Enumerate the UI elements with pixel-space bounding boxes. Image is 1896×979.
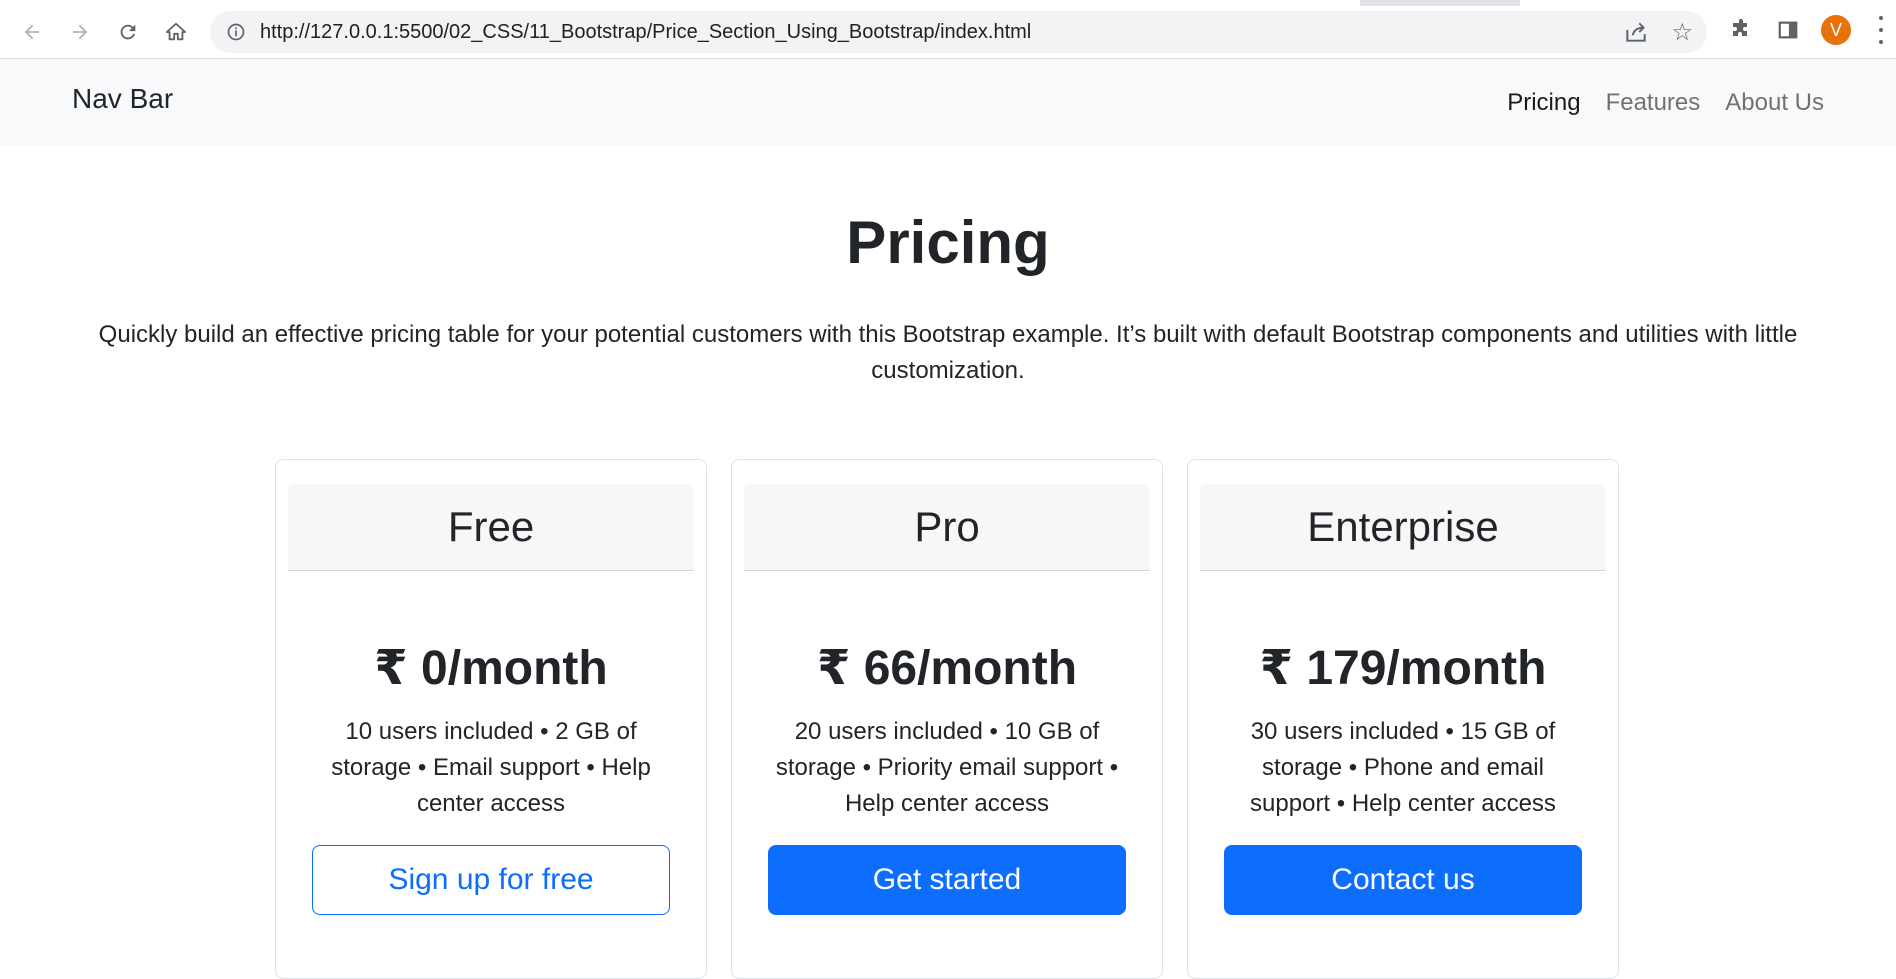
card-price: ₹ 0/month [374, 642, 608, 695]
get-started-button[interactable]: Get started [768, 845, 1126, 915]
contact-us-button[interactable]: Contact us [1224, 845, 1582, 915]
kebab-menu-icon[interactable] [1876, 16, 1886, 44]
address-bar[interactable]: http://127.0.0.1:5500/02_CSS/11_Bootstra… [210, 11, 1707, 53]
card-price: ₹ 66/month [816, 642, 1078, 695]
card-title: Free [288, 484, 694, 571]
star-icon[interactable]: ☆ [1671, 18, 1693, 47]
forward-arrow-icon[interactable] [62, 14, 98, 50]
info-icon[interactable] [224, 20, 248, 44]
pricing-card-free: Free ₹ 0/month 10 users included • 2 GB … [275, 459, 707, 979]
nav-link-about-us[interactable]: About Us [1725, 89, 1824, 117]
home-icon[interactable] [158, 14, 194, 50]
nav-link-features[interactable]: Features [1606, 89, 1701, 117]
sign-up-button[interactable]: Sign up for free [312, 845, 670, 915]
share-icon[interactable] [1623, 19, 1649, 45]
lead-text: Quickly build an effective pricing table… [98, 321, 1798, 384]
card-title: Enterprise [1200, 484, 1606, 571]
card-description: 10 users included • 2 GB of storage • Em… [331, 718, 651, 817]
page-title: Pricing [846, 209, 1050, 276]
back-arrow-icon[interactable] [14, 14, 50, 50]
navbar-brand[interactable]: Nav Bar [72, 83, 173, 115]
browser-toolbar: http://127.0.0.1:5500/02_CSS/11_Bootstra… [0, 0, 1896, 59]
puzzle-icon[interactable] [1726, 15, 1756, 45]
nav-links: Pricing Features About Us [1507, 89, 1824, 117]
profile-avatar[interactable]: V [1821, 15, 1851, 45]
card-title: Pro [744, 484, 1150, 571]
card-description: 20 users included • 10 GB of storage • P… [775, 718, 1119, 817]
pricing-card-pro: Pro ₹ 66/month 20 users included • 10 GB… [731, 459, 1163, 979]
card-price: ₹ 179/month [1259, 642, 1547, 695]
side-panel-icon[interactable] [1773, 15, 1803, 45]
card-description: 30 users included • 15 GB of storage • P… [1250, 718, 1556, 817]
reload-icon[interactable] [110, 14, 146, 50]
url-text[interactable]: http://127.0.0.1:5500/02_CSS/11_Bootstra… [260, 21, 1031, 44]
pricing-card-enterprise: Enterprise ₹ 179/month 30 users included… [1187, 459, 1619, 979]
navbar: Nav Bar Pricing Features About Us [0, 59, 1896, 146]
nav-link-pricing[interactable]: Pricing [1507, 89, 1580, 117]
tab-strip [0, 0, 1896, 6]
